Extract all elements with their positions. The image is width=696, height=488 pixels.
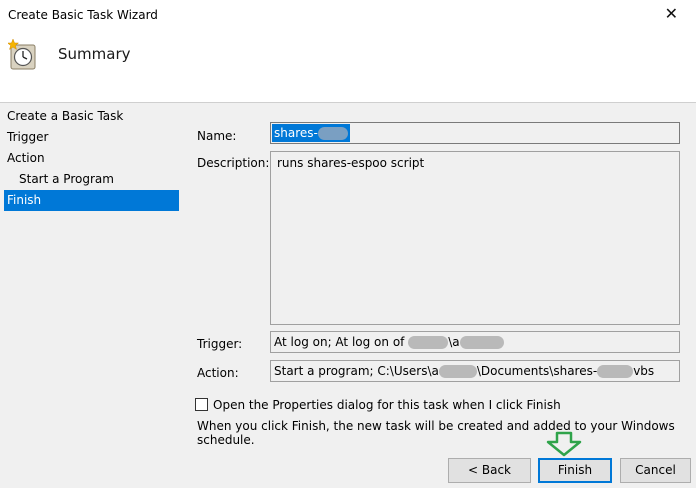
trigger-summary-field: At log on; At log on of \a	[270, 331, 680, 353]
cancel-button[interactable]: Cancel	[620, 458, 691, 483]
task-scheduler-clock-icon	[8, 38, 36, 70]
description-field[interactable]: runs shares-espoo script	[270, 151, 680, 325]
action-value-path: \Documents\shares-	[476, 364, 598, 378]
arrow-down-icon	[546, 431, 582, 457]
task-name-field[interactable]: shares-	[270, 122, 680, 144]
redacted-mark	[317, 127, 348, 140]
trigger-value-suffix: \a	[448, 335, 460, 349]
wizard-steps-nav: Create a Basic Task Trigger Action Start…	[4, 106, 179, 211]
close-icon[interactable]: ✕	[665, 6, 678, 22]
redacted-mark	[438, 365, 477, 378]
task-name-value: shares-	[274, 126, 318, 140]
redacted-mark	[408, 336, 449, 349]
action-label: Action:	[197, 366, 239, 380]
open-properties-checkbox[interactable]	[195, 398, 208, 411]
finish-note: When you click Finish, the new task will…	[197, 419, 675, 447]
trigger-value: At log on; At log on of	[274, 335, 409, 349]
back-button[interactable]: < Back	[448, 458, 531, 483]
action-value: Start a program; C:\Users\a	[274, 364, 439, 378]
redacted-mark	[459, 336, 504, 349]
name-label: Name:	[197, 129, 237, 143]
title-bar: Create Basic Task Wizard ✕	[0, 0, 696, 31]
nav-step-start-program[interactable]: Start a Program	[4, 169, 179, 190]
open-properties-label[interactable]: Open the Properties dialog for this task…	[213, 398, 561, 412]
action-value-ext: vbs	[633, 364, 655, 378]
page-title: Summary	[58, 45, 131, 63]
task-name-selected-text: shares-	[272, 124, 350, 142]
trigger-label: Trigger:	[197, 337, 243, 351]
nav-step-action[interactable]: Action	[4, 148, 179, 169]
description-label: Description:	[197, 156, 270, 170]
wizard-header: Summary	[0, 31, 696, 102]
nav-step-finish[interactable]: Finish	[4, 190, 179, 211]
redacted-mark	[597, 365, 634, 378]
action-summary-field: Start a program; C:\Users\a \Documents\sh…	[270, 360, 680, 382]
window-title: Create Basic Task Wizard	[8, 8, 158, 22]
nav-step-trigger[interactable]: Trigger	[4, 127, 179, 148]
finish-button[interactable]: Finish	[538, 458, 612, 483]
nav-step-create-basic-task[interactable]: Create a Basic Task	[4, 106, 179, 127]
